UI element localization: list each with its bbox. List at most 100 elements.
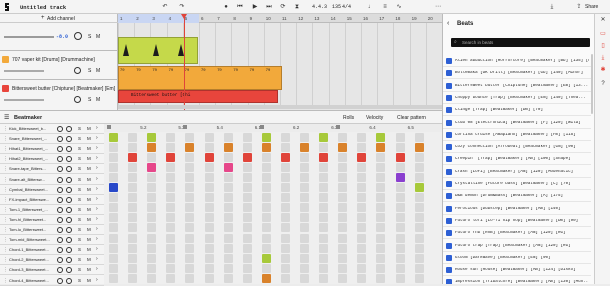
pan-knob[interactable] — [66, 277, 72, 284]
drag-handle-icon[interactable]: ⋮ — [3, 146, 8, 152]
pattern-step[interactable] — [242, 172, 252, 182]
drag-handle-icon[interactable]: ⋮ — [3, 187, 8, 193]
pan-knob[interactable] — [66, 196, 72, 203]
solo-toggle[interactable]: S — [78, 136, 81, 141]
pattern-step[interactable] — [376, 243, 386, 253]
beat-item[interactable]: Futuro trap [Trap] [Beatmaker] [Am] [120… — [443, 240, 591, 252]
beat-name[interactable]: Crystalline [Future bass] [Beatmaker] [C… — [455, 182, 589, 186]
ruler[interactable]: 1 2 3 4 5 6 7 8 9 10 11 12 13 14 15 16 17 18 19 20 — [118, 14, 442, 23]
pattern-step[interactable] — [128, 233, 138, 243]
beat-name[interactable]: Alien abduction [Horrorcore] [Beatmaker]… — [455, 59, 589, 63]
pattern-step[interactable] — [223, 183, 233, 192]
mute-toggle[interactable]: M — [96, 68, 100, 74]
pattern-step[interactable] — [166, 203, 176, 213]
pattern-step[interactable] — [261, 203, 271, 213]
pattern-step[interactable] — [147, 213, 157, 223]
pattern-step[interactable] — [128, 172, 138, 182]
pattern-step[interactable] — [147, 152, 157, 162]
volume-knob[interactable] — [57, 257, 63, 264]
pattern-step[interactable] — [261, 172, 271, 182]
pattern-step[interactable] — [128, 253, 138, 263]
pattern-step[interactable] — [128, 132, 138, 142]
pattern-step-active[interactable] — [261, 142, 271, 152]
pattern-step[interactable] — [204, 132, 214, 142]
pattern-step[interactable] — [185, 243, 195, 253]
pattern-step-active[interactable] — [242, 152, 252, 162]
play-icon[interactable]: ▶ — [251, 3, 259, 11]
pattern-step[interactable] — [185, 162, 195, 172]
pattern-step[interactable] — [166, 162, 176, 172]
pan-knob[interactable] — [66, 227, 72, 233]
pattern-step[interactable] — [280, 132, 290, 142]
pattern-step-active[interactable] — [376, 132, 386, 142]
pattern-step-active[interactable] — [261, 132, 271, 142]
mute-toggle[interactable]: M — [87, 237, 91, 242]
drag-handle-icon[interactable]: ⋮ — [3, 267, 8, 273]
pattern-step[interactable] — [319, 223, 329, 233]
drag-handle-icon[interactable]: ⋮ — [3, 156, 8, 162]
chevron-right-icon[interactable]: › — [96, 176, 98, 182]
pattern-step[interactable] — [395, 273, 405, 283]
pattern-step[interactable] — [223, 203, 233, 213]
add-channel-row[interactable]: + Add channel — [0, 14, 118, 23]
mute-toggle[interactable]: M — [87, 227, 91, 232]
clip-drums[interactable] — [118, 66, 282, 90]
pattern-step[interactable] — [395, 253, 405, 263]
pattern-step[interactable] — [414, 233, 424, 243]
pan-knob[interactable] — [66, 247, 72, 254]
pattern-step[interactable] — [319, 253, 329, 263]
beat-name[interactable]: Crash [LoFi] [Beatmaker] [Am] [120] [Mod… — [455, 170, 589, 174]
beatmaker-row[interactable]: ⋮ Tom-lo_Bittersweet... S M › — [0, 225, 104, 236]
pattern-step[interactable] — [357, 233, 367, 243]
pattern-step[interactable] — [128, 223, 138, 233]
pattern-step[interactable] — [147, 273, 157, 283]
volume-knob[interactable] — [57, 267, 63, 274]
beat-item[interactable]: Impression [Tribalcore] [Beatmaker] [Am]… — [443, 276, 591, 284]
pattern-step[interactable] — [395, 263, 405, 273]
pattern-step[interactable] — [319, 233, 329, 243]
pattern-step[interactable] — [261, 243, 271, 253]
beat-name[interactable]: Choppy bounce [Trap] [Beatmaker] [Em] [1… — [455, 96, 589, 100]
beatmaker-row[interactable]: ⋮ Snare-tape_Bitters... S M › — [0, 164, 104, 175]
pattern-step[interactable] — [319, 243, 329, 253]
pattern-step[interactable] — [414, 132, 424, 142]
pattern-step[interactable] — [128, 193, 138, 203]
help-icon[interactable]: ? — [599, 80, 607, 88]
pattern-step[interactable] — [223, 263, 233, 273]
pattern-step[interactable] — [147, 193, 157, 203]
pattern-step-active[interactable] — [128, 152, 138, 162]
pattern-step-active[interactable] — [395, 152, 405, 162]
volume-knob[interactable] — [57, 176, 63, 183]
pattern-step-active[interactable] — [147, 162, 157, 172]
beatmaker-row[interactable]: ⋮ Snare_Bittersweet_... S M › — [0, 134, 104, 145]
track-name[interactable]: Bittersweet butter [Chiptune] [Beatmaker… — [12, 86, 115, 92]
pattern-step[interactable] — [376, 273, 386, 283]
pattern-step[interactable] — [166, 253, 176, 263]
pattern-step[interactable] — [414, 213, 424, 223]
drag-handle-icon[interactable]: ⋮ — [3, 177, 8, 183]
app-logo-icon[interactable] — [3, 1, 11, 13]
pattern-step[interactable] — [280, 253, 290, 263]
pattern-step[interactable] — [109, 223, 118, 233]
pattern-step[interactable] — [376, 233, 386, 243]
pattern-step[interactable] — [395, 142, 405, 152]
pattern-step[interactable] — [242, 253, 252, 263]
pattern-step[interactable] — [357, 263, 367, 273]
pattern-step[interactable] — [204, 142, 214, 152]
pattern-step[interactable] — [109, 162, 118, 172]
share-icon[interactable]: ⇪ — [575, 3, 583, 11]
pattern-step[interactable] — [185, 223, 195, 233]
drag-handle-icon[interactable]: ⋮ — [3, 247, 8, 253]
beat-name[interactable]: Cozy connection [Afrobeat] [Beatmaker] [… — [455, 145, 589, 149]
mute-toggle[interactable]: M — [87, 187, 91, 192]
solo-toggle[interactable]: S — [78, 278, 81, 283]
beat-item[interactable]: House sun [House] [Beatmaker] [Am] [124]… — [443, 264, 591, 277]
pattern-step[interactable] — [147, 172, 157, 182]
pattern-step[interactable] — [223, 223, 233, 233]
pattern-step[interactable] — [338, 162, 348, 172]
beatmaker-row[interactable]: ⋮ Tom-mid_Bittersweet... S M › — [0, 235, 104, 246]
pattern-step[interactable] — [261, 183, 271, 192]
beatmaker-row[interactable]: ⋮ FX-impact_Bitterswe... S M › — [0, 195, 104, 205]
volume-knob[interactable] — [57, 146, 63, 153]
horizontal-scrollbar[interactable] — [118, 105, 442, 109]
